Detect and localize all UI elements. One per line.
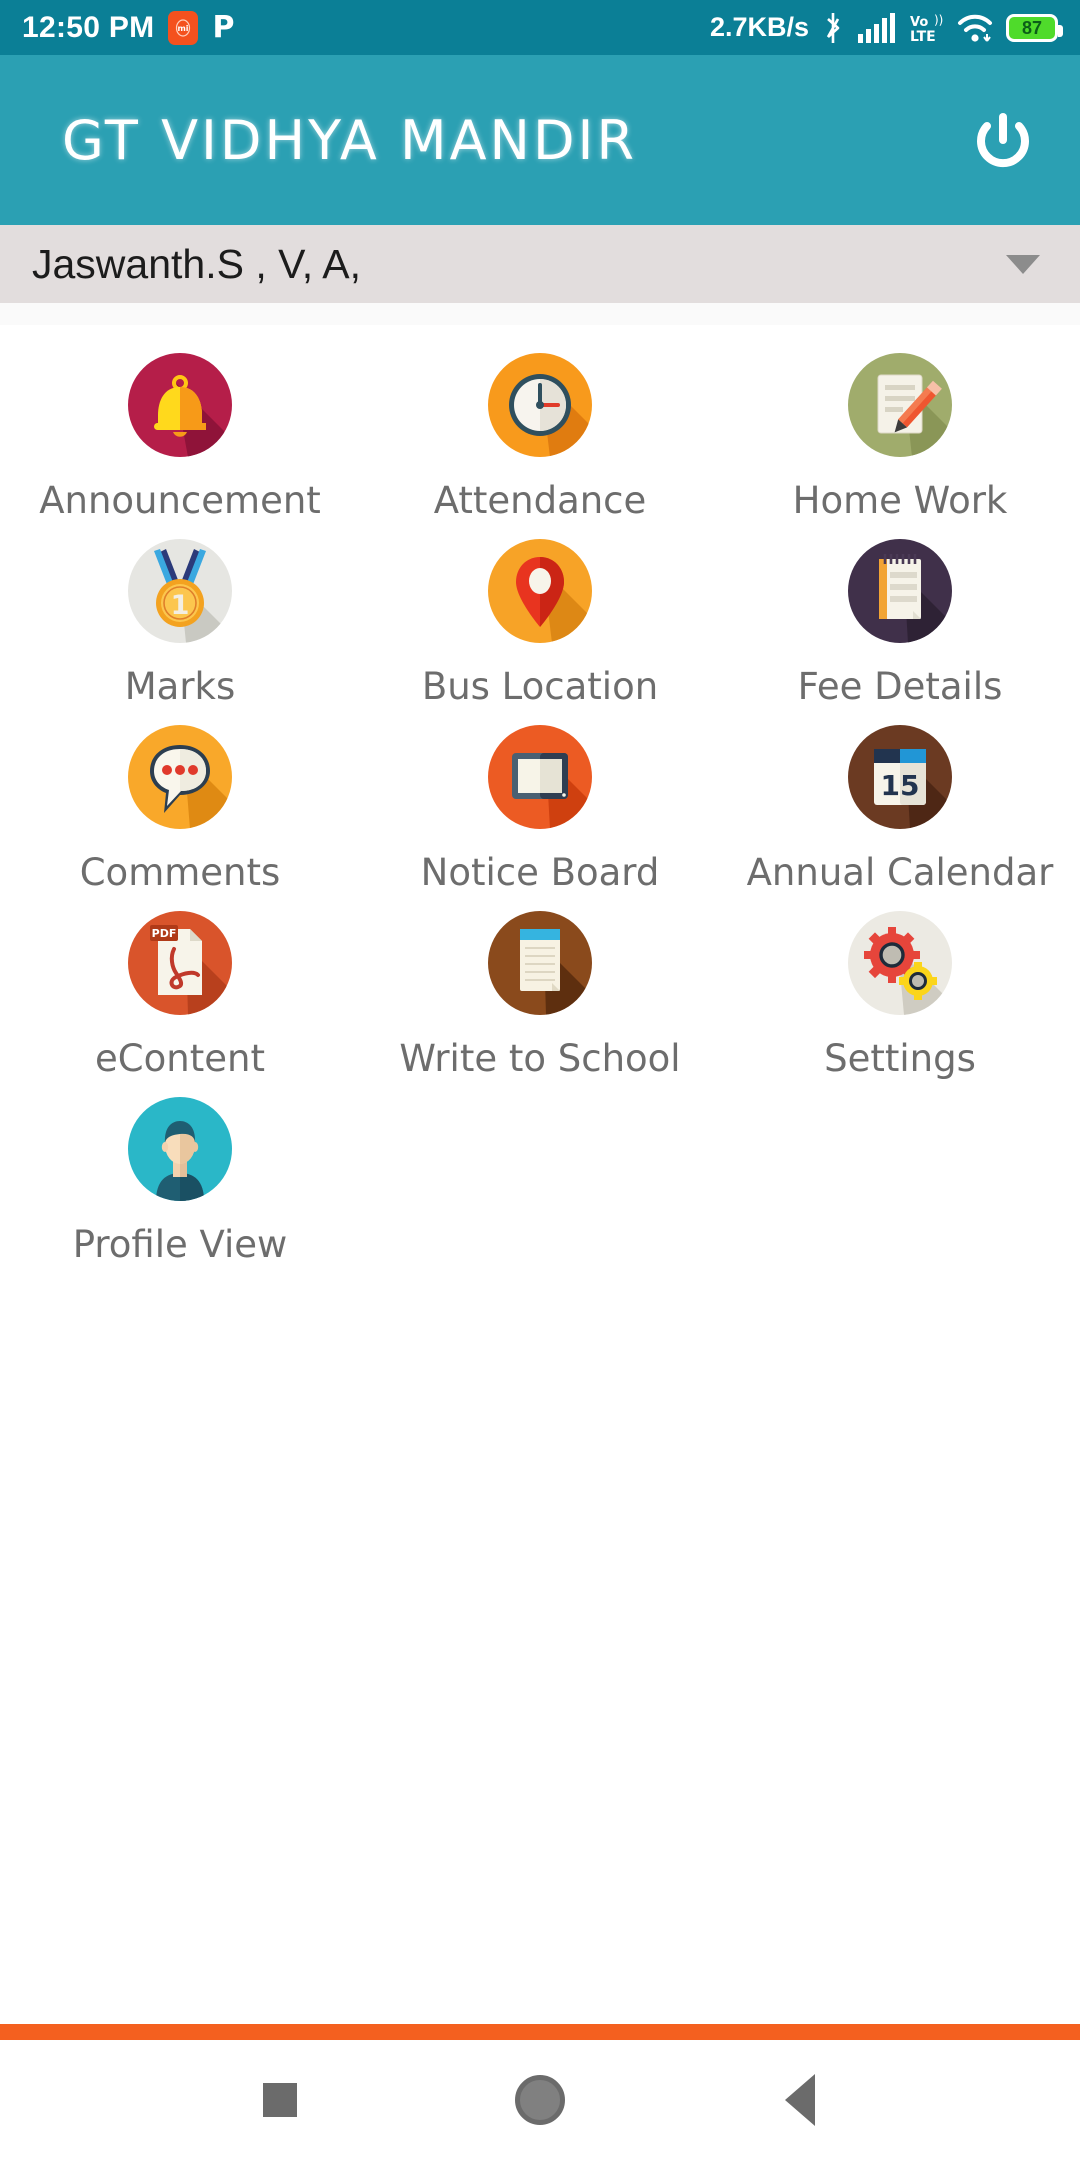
calendar-icon: 15 xyxy=(848,725,952,829)
gears-icon xyxy=(848,911,952,1015)
map-pin-icon xyxy=(488,539,592,643)
user-avatar-icon xyxy=(128,1097,232,1201)
clock-icon xyxy=(488,353,592,457)
menu-item-announcement[interactable]: Announcement xyxy=(0,353,360,539)
menu-label: Announcement xyxy=(39,479,321,522)
tablet-icon xyxy=(488,725,592,829)
menu-label: Profile View xyxy=(72,1223,288,1266)
menu-label: Settings xyxy=(824,1037,976,1080)
battery-level-text: 87 xyxy=(1021,17,1043,38)
menu-label: Home Work xyxy=(792,479,1008,522)
menu-label: Marks xyxy=(124,665,236,708)
menu-label: Write to School xyxy=(399,1037,681,1080)
content-spacer xyxy=(0,1653,1080,2024)
system-navigation-bar xyxy=(0,2040,1080,2160)
home-circle-icon xyxy=(515,2075,565,2125)
menu-label: Fee Details xyxy=(797,665,1003,708)
network-speed-text: 2.7KB/s xyxy=(709,12,809,42)
menu-item-bus-location[interactable]: Bus Location xyxy=(360,539,720,725)
menu-item-fee-details[interactable]: Fee Details xyxy=(720,539,1080,725)
status-bar-left: 12:50 PM mi P xyxy=(22,10,234,45)
app-title: GT VIDHYA MANDIR xyxy=(62,108,637,172)
menu-item-annual-calendar[interactable]: 15 Annual Calendar xyxy=(720,725,1080,911)
medal-icon: 1 xyxy=(128,539,232,643)
status-time: 12:50 PM xyxy=(22,10,155,44)
menu-item-attendance[interactable]: Attendance xyxy=(360,353,720,539)
battery-icon: 87 xyxy=(1006,13,1063,42)
menu-label: Attendance xyxy=(433,479,647,522)
menu-item-comments[interactable]: Comments xyxy=(0,725,360,911)
menu-item-econtent[interactable]: PDF eContent xyxy=(0,911,360,1097)
menu-label: Annual Calendar xyxy=(746,851,1054,894)
menu-grid: Announcement Attendance Home Work 1 Mark… xyxy=(0,325,1080,1654)
back-triangle-icon xyxy=(785,2074,815,2126)
chat-bubble-icon xyxy=(128,725,232,829)
mi-badge-icon: mi xyxy=(168,10,199,45)
power-icon xyxy=(977,113,1029,168)
notebook-icon xyxy=(848,539,952,643)
volte-icon: Vo )) LTE xyxy=(908,11,944,45)
menu-label: Notice Board xyxy=(420,851,660,894)
status-bar: 12:50 PM mi P 2.7KB/s Vo)) LTE 87 xyxy=(0,0,1080,55)
svg-text:mi: mi xyxy=(178,24,189,33)
recents-square-icon xyxy=(263,2083,297,2117)
menu-label: eContent xyxy=(95,1037,265,1080)
recents-button[interactable] xyxy=(235,2055,325,2145)
accent-bar xyxy=(0,2024,1080,2040)
cellular-signal-icon xyxy=(857,12,895,43)
menu-item-notice-board[interactable]: Notice Board xyxy=(360,725,720,911)
chevron-down-icon xyxy=(1006,254,1040,274)
menu-item-profile-view[interactable]: Profile View xyxy=(0,1097,360,1283)
p-app-icon: P xyxy=(212,10,235,45)
phone-screen: 12:50 PM mi P 2.7KB/s Vo)) LTE 87 GT VI… xyxy=(0,0,1080,2160)
menu-item-settings[interactable]: Settings xyxy=(720,911,1080,1097)
menu-label: Comments xyxy=(79,851,281,894)
menu-item-home-work[interactable]: Home Work xyxy=(720,353,1080,539)
bluetooth-icon xyxy=(822,11,844,45)
app-bar: GT VIDHYA MANDIR xyxy=(0,55,1080,225)
wifi-icon xyxy=(957,12,993,44)
separator xyxy=(0,303,1080,325)
pdf-file-icon: PDF xyxy=(128,911,232,1015)
menu-item-marks[interactable]: 1 Marks xyxy=(0,539,360,725)
home-button[interactable] xyxy=(495,2055,585,2145)
svg-text:1: 1 xyxy=(171,590,190,621)
svg-text:Vo: Vo xyxy=(910,15,928,30)
student-selector-dropdown[interactable]: Jaswanth.S , V, A, xyxy=(0,225,1080,303)
back-button[interactable] xyxy=(755,2055,845,2145)
svg-text:PDF: PDF xyxy=(152,927,177,940)
menu-item-write-to-school[interactable]: Write to School xyxy=(360,911,720,1097)
menu-label: Bus Location xyxy=(421,665,659,708)
notepad-pencil-icon xyxy=(848,353,952,457)
power-logout-button[interactable] xyxy=(968,105,1038,175)
svg-text:)): )) xyxy=(934,13,943,27)
status-bar-right: 2.7KB/s Vo )) LTE 87 xyxy=(709,11,1063,45)
student-selector-value: Jaswanth.S , V, A, xyxy=(32,240,361,287)
svg-text:LTE: LTE xyxy=(910,29,936,45)
svg-text:15: 15 xyxy=(881,769,920,802)
bell-icon xyxy=(128,353,232,457)
writing-pad-icon xyxy=(488,911,592,1015)
